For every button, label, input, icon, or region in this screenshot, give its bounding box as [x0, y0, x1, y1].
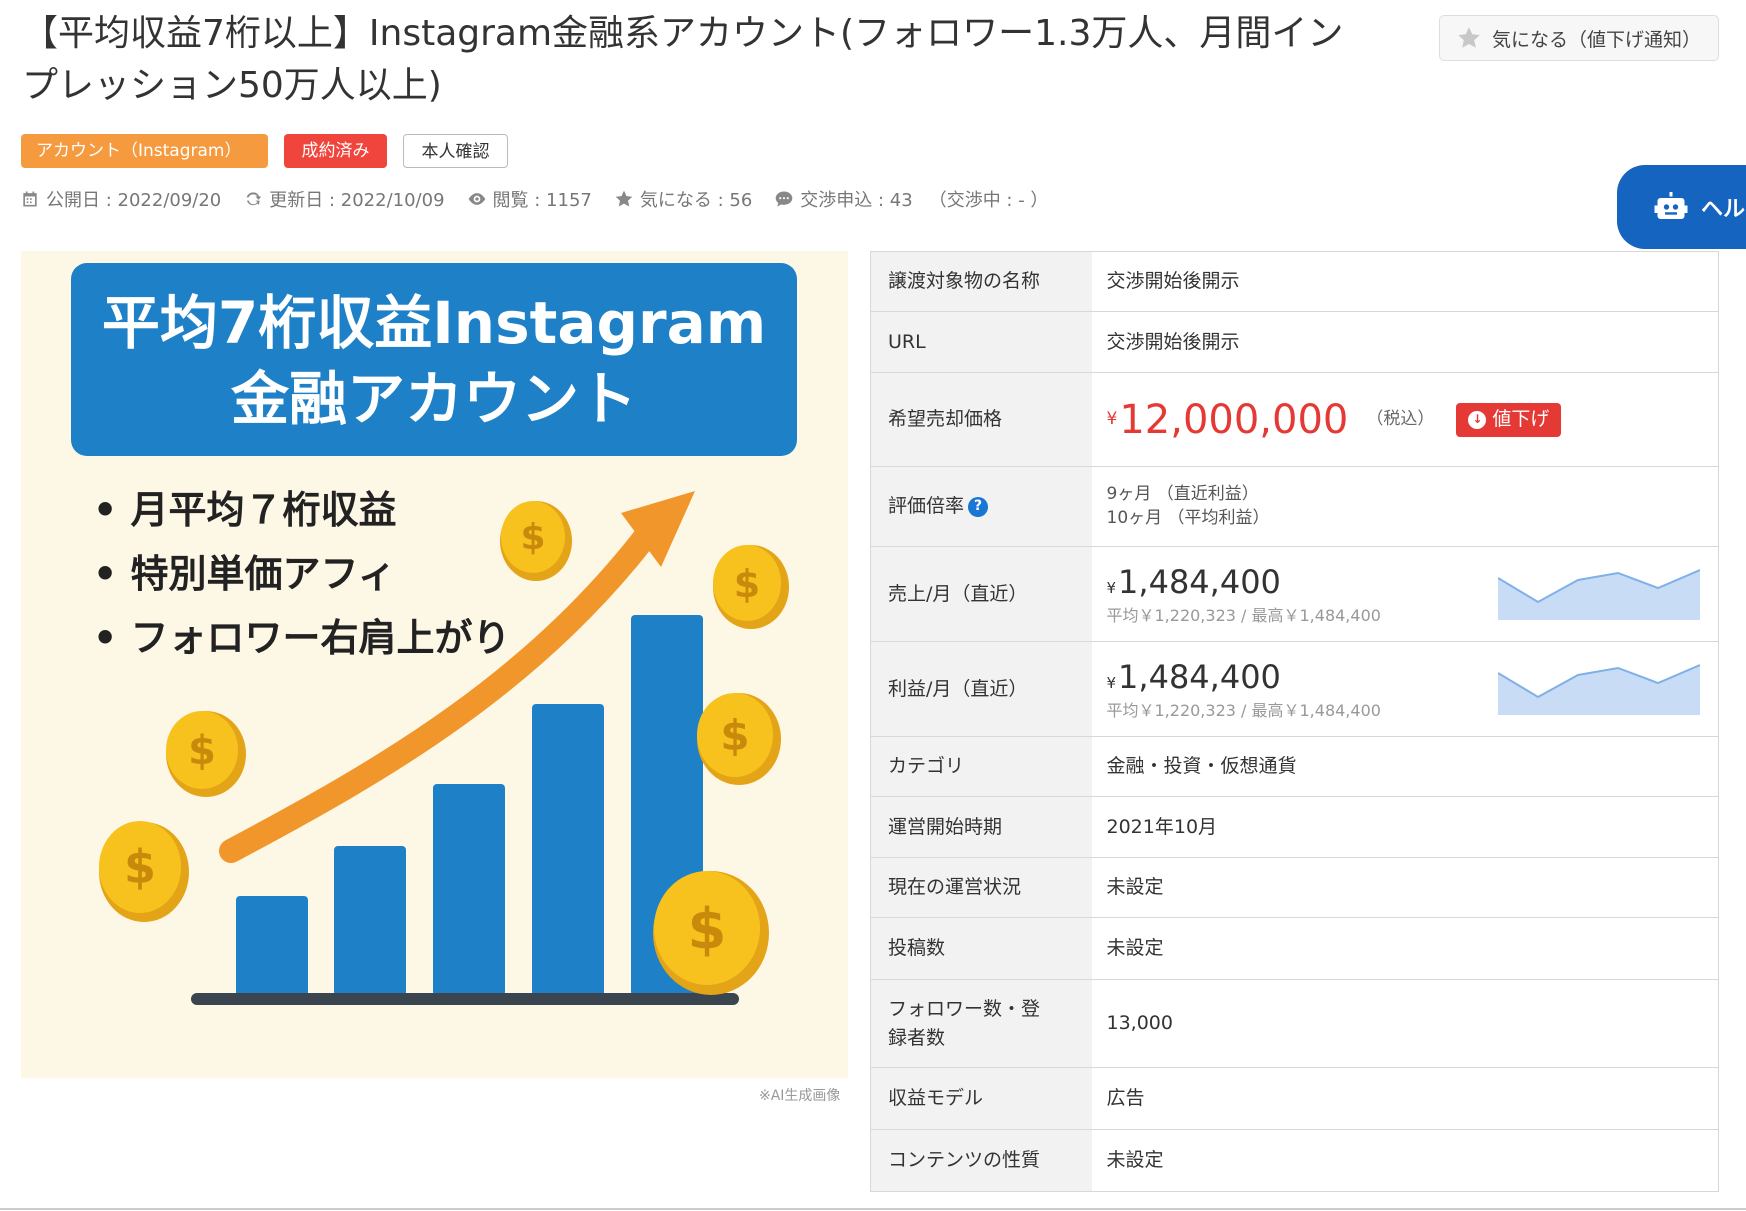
arrow-down-icon: ↓	[1468, 410, 1487, 429]
spec-row-content: コンテンツの性質 未設定	[870, 1129, 1719, 1192]
svg-text:$: $	[188, 728, 216, 774]
spec-label: 利益/月（直近）	[870, 641, 1092, 737]
spec-value: 交渉開始後開示	[1091, 251, 1719, 312]
spec-label: コンテンツの性質	[870, 1129, 1092, 1192]
listing-meta: 公開日 : 2022/09/20 更新日 : 2022/10/09 閲覧 : 1…	[20, 186, 1070, 212]
multiple-recent: 9ヶ月 （直近利益）	[1106, 483, 1259, 504]
price-display: ¥ 12,000,000 （税込） ↓ 値下げ	[1107, 392, 1704, 448]
negotiating-count: （交渉中 : - ）	[928, 190, 1049, 211]
spec-row-url: URL 交渉開始後開示	[870, 311, 1719, 373]
spec-label: 投稿数	[870, 917, 1092, 980]
hero-bar-1	[236, 896, 308, 996]
refresh-icon	[246, 192, 262, 206]
spec-row-profit: 利益/月（直近） ¥1,484,400 平均￥1,220,323 / 最高￥1,…	[870, 641, 1719, 737]
spec-label: 売上/月（直近）	[870, 546, 1092, 642]
robot-icon	[1654, 192, 1688, 219]
spec-row-multiple: 評価倍率? 9ヶ月 （直近利益） 10ヶ月 （平均利益）	[870, 466, 1719, 547]
price-down-badge[interactable]: ↓ 値下げ	[1456, 402, 1562, 437]
favorite-count: 気になる : 56	[614, 186, 752, 212]
spec-label: フォロワー数・登録者数	[870, 979, 1092, 1068]
spec-value: 金融・投資・仮想通貨	[1091, 736, 1719, 797]
published-date: 公開日 : 2022/09/20	[20, 186, 221, 212]
hero-coin-2: $	[713, 545, 789, 629]
multiple-average: 10ヶ月 （平均利益）	[1106, 507, 1270, 528]
profit-sparkline	[1498, 664, 1700, 715]
price-tax-note: （税込）	[1366, 408, 1435, 429]
svg-text:$: $	[720, 711, 749, 760]
help-chatbot-button[interactable]: ヘル	[1617, 165, 1746, 249]
spec-value: 未設定	[1091, 857, 1719, 918]
price-currency: ¥	[1106, 408, 1118, 429]
updated-date: 更新日 : 2022/10/09	[243, 186, 445, 212]
listing-spec-table: 譲渡対象物の名称 交渉開始後開示 URL 交渉開始後開示 希望売却価格 ¥ 12…	[870, 251, 1719, 1192]
svg-text:$: $	[124, 840, 156, 894]
hero-bar-2	[334, 846, 406, 996]
spec-row-followers: フォロワー数・登録者数 13,000	[870, 979, 1719, 1068]
spec-label: 収益モデル	[870, 1067, 1092, 1130]
svg-text:$: $	[520, 517, 545, 558]
help-question-icon[interactable]: ?	[968, 496, 989, 517]
hero-headline-line2: 金融アカウント	[231, 365, 637, 433]
eye-icon	[468, 193, 485, 205]
hero-baseline	[191, 993, 739, 1005]
spec-label: 運営開始時期	[870, 796, 1092, 858]
spec-label: 譲渡対象物の名称	[870, 251, 1092, 312]
star-icon	[1458, 27, 1480, 48]
badge-row: アカウント（Instagram） 成約済み 本人確認	[21, 134, 508, 168]
spec-value: 広告	[1091, 1067, 1719, 1130]
spec-label: 評価倍率	[888, 495, 965, 518]
spec-value: 13,000	[1091, 979, 1719, 1068]
spec-row-revenue-model: 収益モデル 広告	[870, 1067, 1719, 1130]
hero-bullet-3: • フォロワー右肩上がり	[93, 616, 511, 660]
spec-value: 未設定	[1091, 1129, 1719, 1192]
spec-label: カテゴリ	[870, 736, 1092, 797]
spec-row-category: カテゴリ 金融・投資・仮想通貨	[870, 736, 1719, 797]
hero-illustration: 平均7桁収益Instagram 金融アカウント • 月平均７桁収益 • 特別単価…	[21, 251, 848, 1078]
sales-sparkline	[1498, 569, 1700, 620]
spec-row-status: 現在の運営状況 未設定	[870, 857, 1719, 918]
spec-row-name: 譲渡対象物の名称 交渉開始後開示	[870, 251, 1719, 312]
sales-value: 1,484,400	[1118, 563, 1281, 602]
spec-row-sales: 売上/月（直近） ¥1,484,400 平均￥1,220,323 / 最高￥1,…	[870, 546, 1719, 642]
hero-coin-3: $	[166, 711, 246, 797]
offer-count: 交渉申込 : 43 （交渉中 : - ）	[774, 186, 1048, 212]
spec-row-posts: 投稿数 未設定	[870, 917, 1719, 980]
price-value: 12,000,000	[1119, 396, 1349, 443]
spec-label: 希望売却価格	[870, 372, 1092, 467]
spec-value: 2021年10月	[1091, 796, 1719, 858]
hero-bullet-1: • 月平均７桁収益	[93, 488, 397, 532]
profit-value: 1,484,400	[1118, 658, 1281, 697]
favorite-button-label: 気になる（値下げ通知）	[1492, 28, 1702, 51]
status-badge: 成約済み	[284, 134, 387, 168]
spec-value: 未設定	[1091, 917, 1719, 980]
svg-text:$: $	[734, 562, 760, 606]
listing-title: 【平均収益7桁以上】Instagram金融系アカウント(フォロワー1.3万人、月…	[22, 13, 1344, 106]
ai-image-note: ※AI生成画像	[759, 1088, 841, 1104]
hero-coin-6: $	[653, 871, 769, 995]
hero-headline-line1: 平均7桁収益Instagram	[102, 289, 766, 357]
favorite-button[interactable]: 気になる（値下げ通知）	[1439, 15, 1719, 61]
spec-label: 現在の運営状況	[870, 857, 1092, 918]
spec-label: URL	[870, 311, 1092, 373]
spec-value: 交渉開始後開示	[1091, 311, 1719, 373]
chat-icon	[775, 191, 793, 207]
hero-bullet-2: • 特別単価アフィ	[93, 552, 396, 596]
category-badge[interactable]: アカウント（Instagram）	[21, 134, 268, 168]
listing-hero-image: 平均7桁収益Instagram 金融アカウント • 月平均７桁収益 • 特別単価…	[21, 251, 848, 1078]
hero-coin-1: $	[500, 501, 572, 581]
hero-bar-3	[433, 784, 505, 996]
hero-bar-4	[532, 704, 604, 996]
sales-currency: ¥	[1106, 579, 1117, 598]
hero-coin-4: $	[697, 693, 781, 785]
calendar-icon	[23, 191, 37, 207]
verified-badge: 本人確認	[403, 134, 508, 168]
page-divider	[0, 1208, 1746, 1210]
spec-row-start: 運営開始時期 2021年10月	[870, 796, 1719, 858]
svg-text:$: $	[688, 897, 727, 962]
help-button-label: ヘル	[1701, 197, 1746, 222]
profit-currency: ¥	[1106, 674, 1117, 693]
view-count: 閲覧 : 1157	[467, 186, 592, 212]
star-icon	[615, 190, 633, 207]
spec-row-price: 希望売却価格 ¥ 12,000,000 （税込） ↓ 値下げ	[870, 372, 1719, 467]
